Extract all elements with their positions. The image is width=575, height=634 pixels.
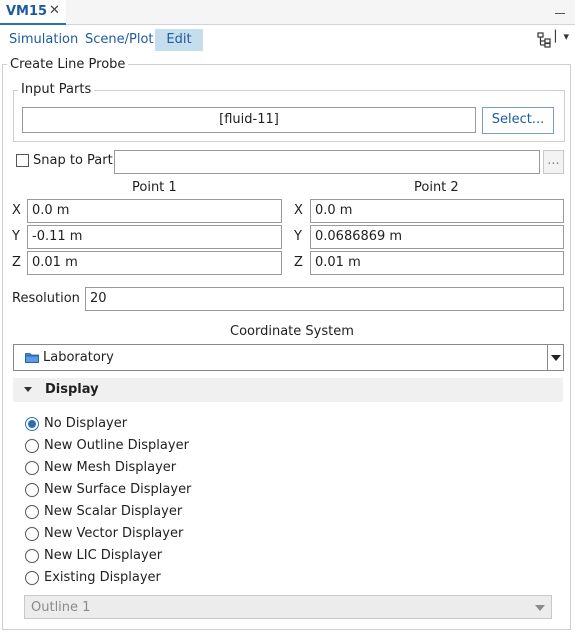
snap-to-part-checkbox[interactable] — [16, 154, 29, 167]
point1-y-label: Y — [12, 229, 20, 244]
radio-label: New Vector Displayer — [44, 526, 184, 541]
existing-displayer-value: Outline 1 — [31, 600, 91, 615]
radio-label: No Displayer — [44, 416, 128, 431]
chevron-down-icon[interactable] — [547, 345, 563, 370]
point1-x-field[interactable]: 0.0 m — [27, 199, 282, 223]
radio-no-displayer[interactable] — [25, 417, 39, 431]
point2-title: Point 2 — [414, 180, 459, 195]
tree-view-icon[interactable] — [537, 32, 551, 48]
menu-dropdown-icon[interactable]: ▏▾ — [555, 30, 569, 43]
collapse-caret-icon[interactable] — [24, 387, 32, 392]
menu-simulation[interactable]: Simulation — [3, 29, 84, 51]
radio-new-scalar-displayer[interactable] — [25, 505, 39, 519]
radio-new-surface-displayer[interactable] — [25, 483, 39, 497]
radio-new-outline-displayer[interactable] — [25, 439, 39, 453]
minimize-icon[interactable] — [555, 0, 565, 14]
radio-existing-displayer[interactable] — [25, 571, 39, 585]
radio-label: New Outline Displayer — [44, 438, 189, 453]
coordinate-system-value: Laboratory — [43, 350, 114, 365]
coordinate-system-label: Coordinate System — [230, 324, 354, 339]
snap-to-part-label: Snap to Part — [33, 153, 113, 168]
close-icon[interactable]: ✕ — [49, 3, 60, 18]
menu-edit[interactable]: Edit — [155, 29, 203, 51]
tab-bar: VM15 ✕ — [0, 0, 575, 25]
input-parts-label: Input Parts — [18, 82, 95, 97]
point2-z-field[interactable]: 0.01 m — [310, 251, 564, 275]
snap-browse-button[interactable]: ... — [543, 150, 564, 174]
radio-new-mesh-displayer[interactable] — [25, 461, 39, 475]
point1-title: Point 1 — [132, 180, 177, 195]
resolution-label: Resolution — [12, 291, 80, 306]
point2-x-field[interactable]: 0.0 m — [310, 199, 564, 223]
point1-y-field[interactable]: -0.11 m — [27, 225, 282, 249]
point2-y-field[interactable]: 0.0686869 m — [310, 225, 564, 249]
point2-z-label: Z — [294, 255, 303, 270]
select-parts-button[interactable]: Select... — [482, 107, 554, 134]
radio-new-vector-displayer[interactable] — [25, 527, 39, 541]
tab-title: VM15 — [6, 4, 48, 19]
menu-scene-plot[interactable]: Scene/Plot — [79, 29, 160, 51]
coordinate-system-select[interactable]: Laboratory — [13, 344, 564, 371]
resolution-field[interactable]: 20 — [85, 287, 564, 311]
chevron-down-icon — [535, 605, 545, 611]
point1-z-label: Z — [12, 255, 21, 270]
snap-part-field[interactable] — [114, 150, 540, 174]
panel-title: Create Line Probe — [7, 57, 129, 72]
tab-vm15[interactable]: VM15 ✕ — [0, 0, 66, 25]
display-section-title: Display — [45, 382, 99, 397]
point1-x-label: X — [12, 203, 21, 218]
radio-label: New Surface Displayer — [44, 482, 192, 497]
existing-displayer-select: Outline 1 — [24, 595, 552, 619]
radio-label: New LIC Displayer — [44, 548, 163, 563]
radio-label: New Mesh Displayer — [44, 460, 177, 475]
input-parts-field[interactable]: [fluid-11] — [22, 107, 476, 133]
point2-x-label: X — [294, 203, 303, 218]
folder-icon — [25, 353, 39, 363]
radio-new-lic-displayer[interactable] — [25, 549, 39, 563]
point2-y-label: Y — [294, 229, 302, 244]
radio-label: Existing Displayer — [44, 570, 161, 585]
radio-label: New Scalar Displayer — [44, 504, 183, 519]
menu-bar: Simulation Scene/Plot Edit ▏▾ — [0, 25, 575, 55]
point1-z-field[interactable]: 0.01 m — [27, 251, 282, 275]
display-section-header[interactable]: Display — [13, 378, 563, 402]
